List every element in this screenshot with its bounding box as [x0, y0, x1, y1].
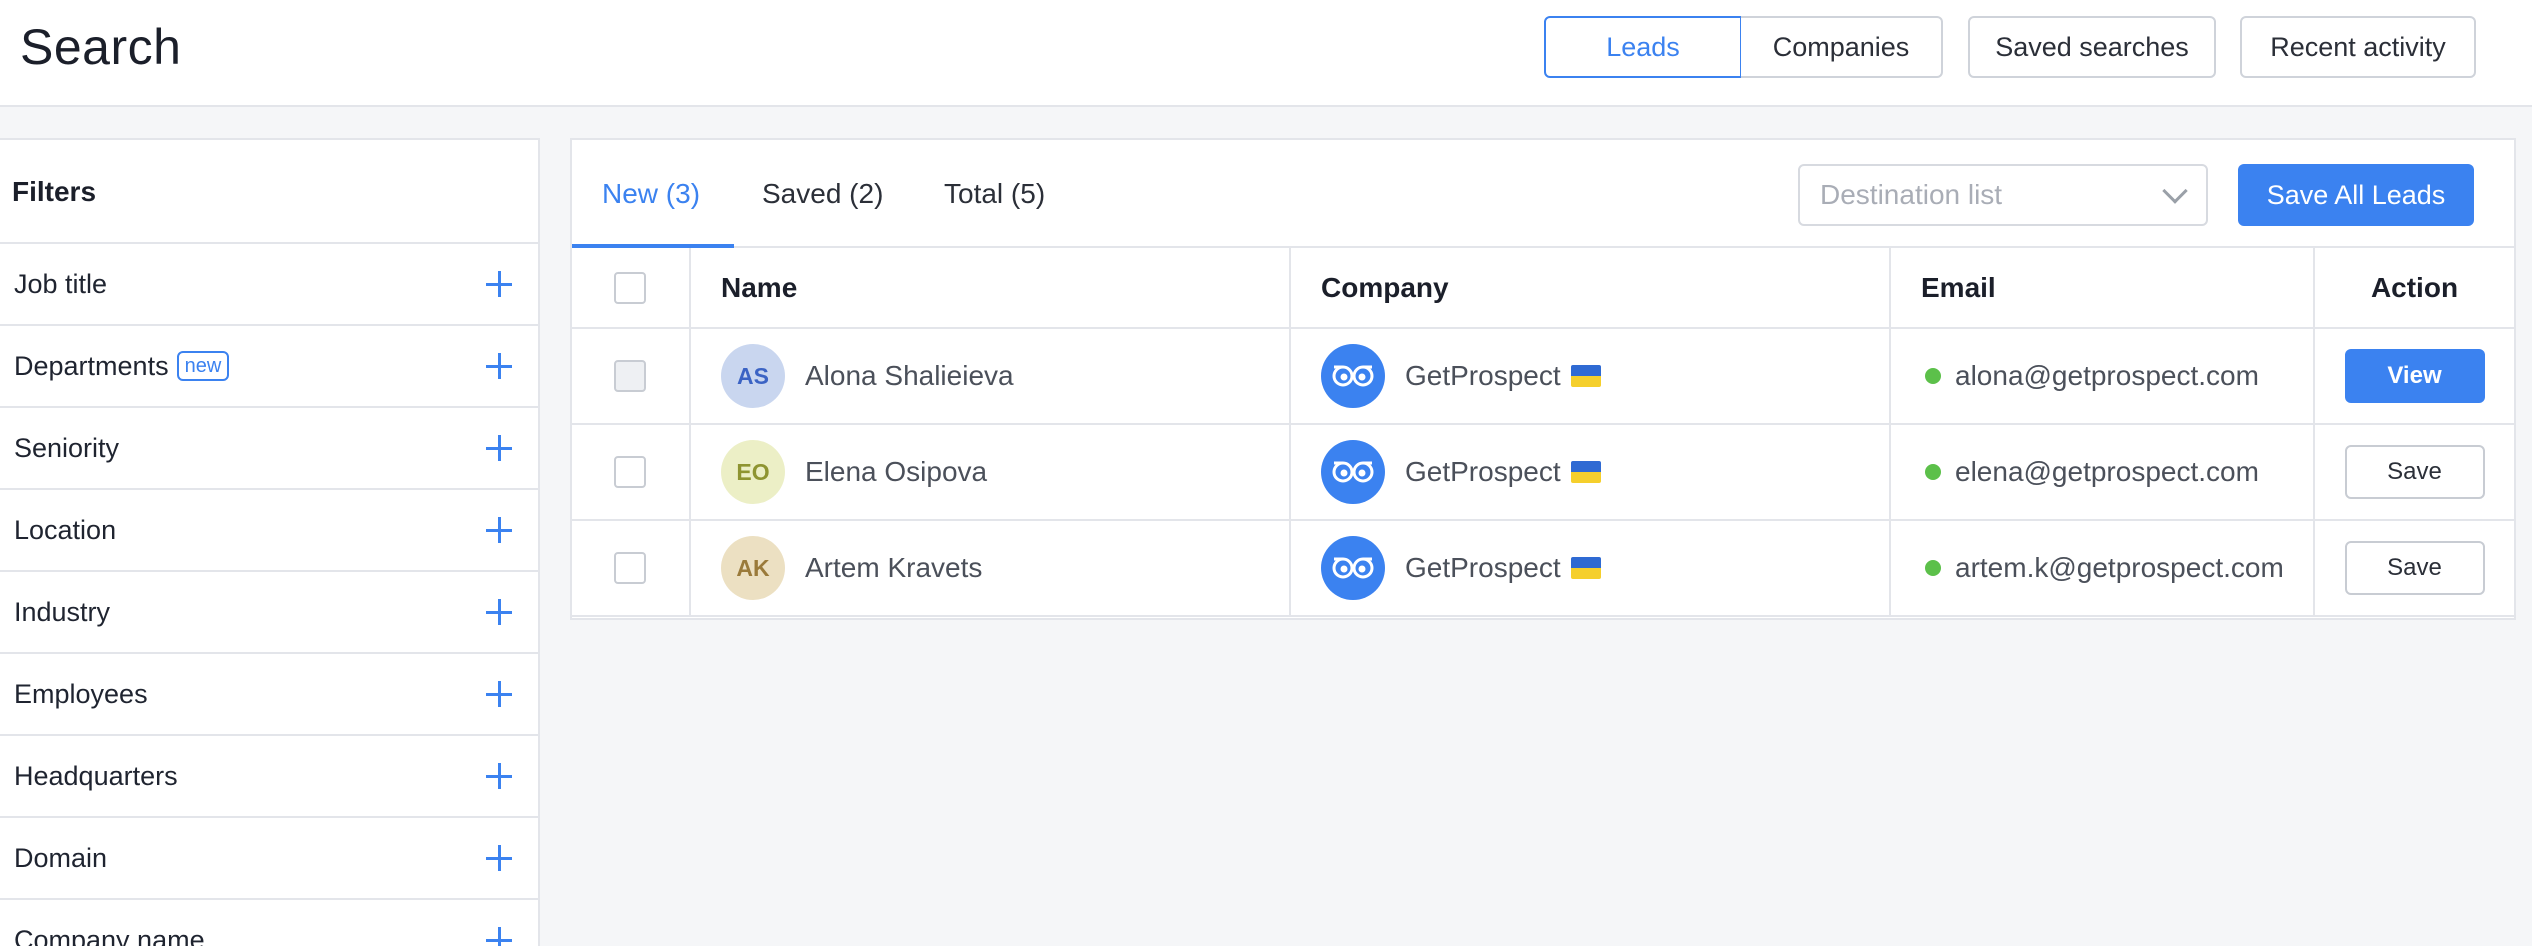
- filter-label: Industry: [14, 596, 111, 627]
- filter-label: Job title: [14, 268, 108, 299]
- plus-icon[interactable]: [486, 517, 512, 543]
- filter-label: Company name: [14, 924, 205, 946]
- lead-email: elena@getprospect.com: [1955, 456, 2259, 487]
- view-button[interactable]: View: [2344, 349, 2485, 403]
- tab-total[interactable]: Total (5): [944, 178, 1045, 210]
- company-name: GetProspect: [1405, 360, 1561, 391]
- results-tabs: New (3) Saved (2) Total (5) Destination …: [572, 140, 2514, 248]
- save-all-leads-button[interactable]: Save All Leads: [2238, 164, 2474, 226]
- recent-activity-button[interactable]: Recent activity: [2240, 16, 2476, 78]
- plus-icon[interactable]: [486, 353, 512, 379]
- save-button[interactable]: Save: [2344, 541, 2485, 595]
- owl-logo-icon: [1321, 536, 1385, 600]
- email-verified-dot: [1925, 368, 1941, 384]
- column-email: Email: [1890, 248, 2315, 329]
- filter-industry[interactable]: Industry: [0, 570, 538, 652]
- table-row: EO Elena Osipova GetProspect elena@getpr…: [572, 424, 2514, 521]
- filter-label: Seniority: [14, 432, 120, 463]
- table-row: AS Alona Shalieieva GetProspect alona@ge…: [572, 328, 2514, 425]
- top-header: Search Leads Companies Saved searches Re…: [0, 0, 2532, 107]
- filter-company-name[interactable]: Company name: [0, 898, 538, 946]
- filter-domain[interactable]: Domain: [0, 816, 538, 898]
- save-button[interactable]: Save: [2344, 445, 2485, 499]
- column-name: Name: [690, 248, 1291, 329]
- lead-name: Artem Kravets: [805, 552, 983, 583]
- plus-icon[interactable]: [486, 763, 512, 789]
- destination-list-select[interactable]: Destination list: [1798, 164, 2208, 226]
- row-checkbox[interactable]: [614, 456, 646, 488]
- owl-logo-icon: [1321, 440, 1385, 504]
- avatar: AK: [721, 536, 785, 600]
- table-row: AK Artem Kravets GetProspect artem.k@get…: [572, 520, 2514, 617]
- email-verified-dot: [1925, 464, 1941, 480]
- avatar: EO: [721, 440, 785, 504]
- filter-label: Location: [14, 514, 117, 545]
- filter-label: Domain: [14, 842, 108, 873]
- filter-list: Job title Departments new Seniority Loca…: [0, 242, 538, 946]
- ukraine-flag-icon: [1570, 557, 1601, 579]
- lead-email: artem.k@getprospect.com: [1955, 552, 2284, 583]
- tab-leads[interactable]: Leads: [1544, 16, 1742, 78]
- filter-job-title[interactable]: Job title: [0, 242, 538, 324]
- filters-sidebar: Filters Job title Departments new Senior…: [0, 138, 540, 946]
- ukraine-flag-icon: [1570, 365, 1601, 387]
- new-badge: new: [176, 351, 230, 381]
- page-title: Search: [20, 19, 182, 75]
- lead-name: Alona Shalieieva: [805, 360, 1014, 391]
- tab-saved[interactable]: Saved (2): [762, 178, 883, 210]
- lead-name: Elena Osipova: [805, 456, 988, 487]
- leads-table: Name Company Email Action AS Alona Shali…: [572, 248, 2514, 617]
- destination-list-placeholder: Destination list: [1820, 179, 2003, 210]
- results-panel: New (3) Saved (2) Total (5) Destination …: [570, 138, 2516, 620]
- avatar: AS: [721, 344, 785, 408]
- plus-icon[interactable]: [486, 271, 512, 297]
- company-name: GetProspect: [1405, 552, 1561, 583]
- filter-label: Headquarters: [14, 760, 178, 791]
- ukraine-flag-icon: [1570, 461, 1601, 483]
- filter-label: Departments: [14, 350, 169, 381]
- filter-departments[interactable]: Departments new: [0, 324, 538, 406]
- filter-seniority[interactable]: Seniority: [0, 406, 538, 488]
- company-name: GetProspect: [1405, 456, 1561, 487]
- tab-companies[interactable]: Companies: [1741, 16, 1943, 78]
- owl-logo-icon: [1321, 344, 1385, 408]
- filter-headquarters[interactable]: Headquarters: [0, 734, 538, 816]
- plus-icon[interactable]: [486, 681, 512, 707]
- column-company: Company: [1290, 248, 1891, 329]
- plus-icon[interactable]: [486, 927, 512, 946]
- tab-new[interactable]: New (3): [602, 178, 700, 210]
- filters-title: Filters: [12, 176, 97, 207]
- table-header-row: Name Company Email Action: [572, 248, 2514, 329]
- select-all-checkbox[interactable]: [614, 271, 646, 304]
- saved-searches-button[interactable]: Saved searches: [1968, 16, 2216, 78]
- plus-icon[interactable]: [486, 845, 512, 871]
- filter-location[interactable]: Location: [0, 488, 538, 570]
- filter-label: Employees: [14, 678, 148, 709]
- plus-icon[interactable]: [486, 599, 512, 625]
- chevron-down-icon: [2162, 178, 2188, 204]
- email-verified-dot: [1925, 560, 1941, 576]
- row-checkbox[interactable]: [614, 552, 646, 584]
- filter-employees[interactable]: Employees: [0, 652, 538, 734]
- column-action: Action: [2314, 248, 2514, 329]
- lead-email: alona@getprospect.com: [1955, 360, 2259, 391]
- row-checkbox[interactable]: [614, 360, 646, 392]
- plus-icon[interactable]: [486, 435, 512, 461]
- select-all-cell: [572, 248, 691, 329]
